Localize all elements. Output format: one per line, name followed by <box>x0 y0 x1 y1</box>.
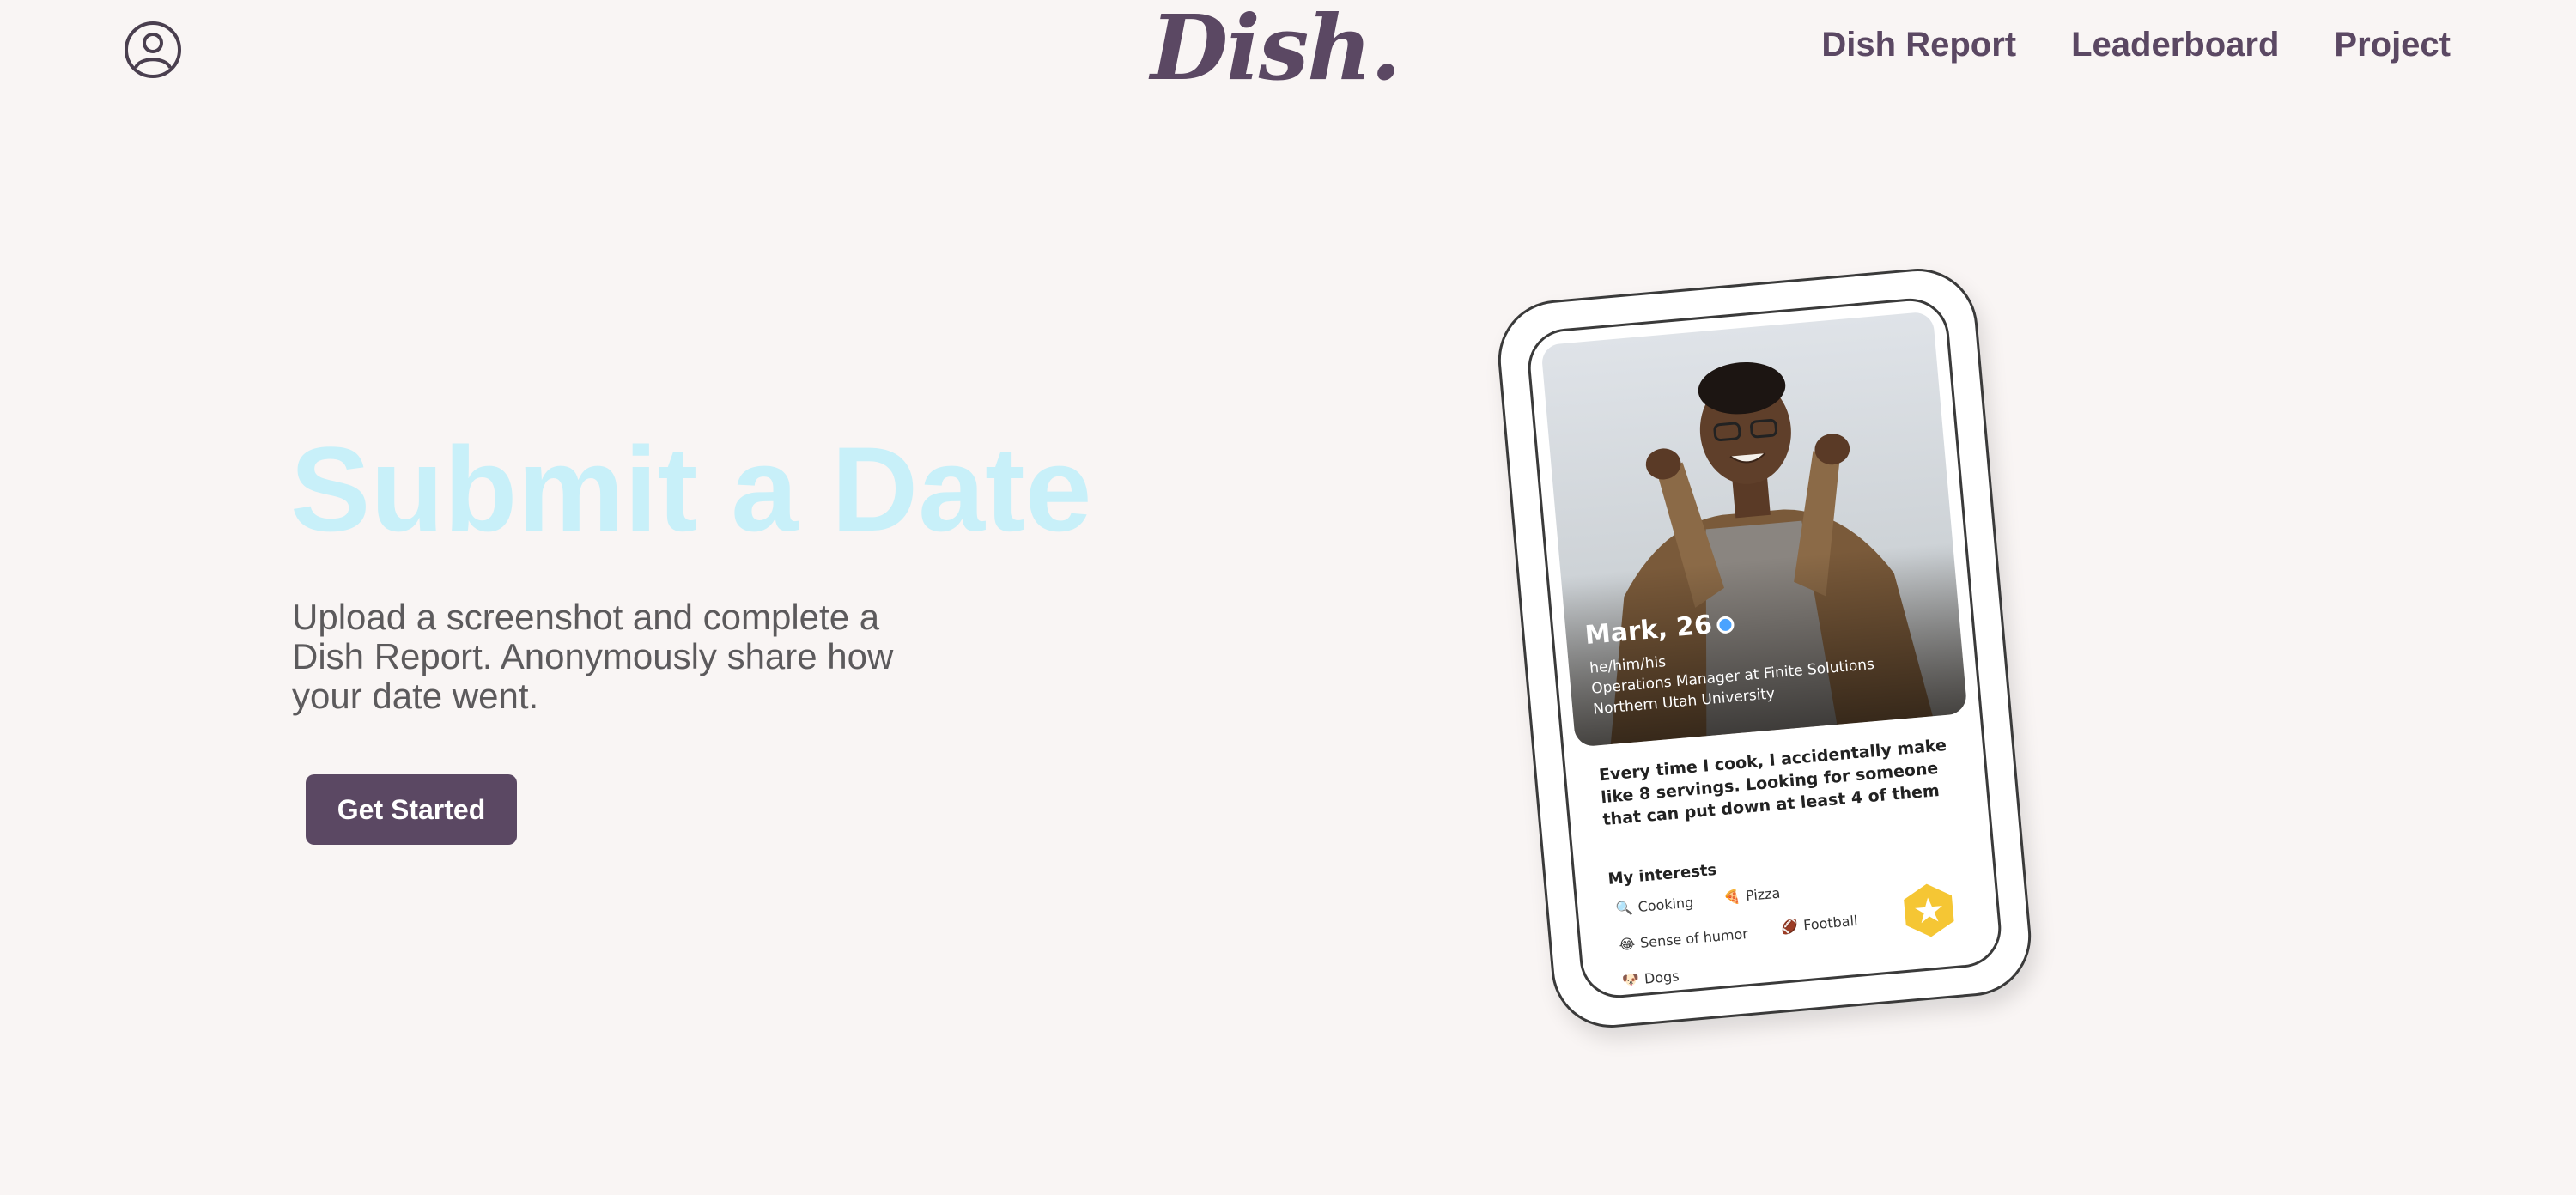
nav-project[interactable]: Project <box>2334 26 2451 64</box>
landing-page: Dish. Dish Report Leaderboard Project Su… <box>0 0 2576 1195</box>
get-started-button[interactable]: Get Started <box>306 774 517 845</box>
dish-logo[interactable]: Dish. <box>1151 0 1401 100</box>
interest-sense-of-humor: 😂 Sense of humor <box>1618 925 1749 954</box>
pizza-icon: 🍕 <box>1722 888 1741 907</box>
laughing-icon: 😂 <box>1618 935 1636 954</box>
hero-description: Upload a screenshot and complete a Dish … <box>292 597 894 716</box>
interests-title: My interests <box>1607 860 1718 889</box>
dog-icon: 🐶 <box>1621 971 1640 989</box>
nav-dish-report[interactable]: Dish Report <box>1821 26 2016 64</box>
main-nav: Dish Report Leaderboard Project <box>1821 26 2451 64</box>
profile-bio: Every time I cook, I accidentally make l… <box>1598 736 1947 830</box>
interest-pizza: 🍕 Pizza <box>1722 884 1782 907</box>
star-hexagon-icon[interactable] <box>1899 880 1960 942</box>
interest-football: 🏈 Football <box>1780 912 1859 936</box>
hero-title: Submit a Date <box>290 422 1092 556</box>
interest-dogs: 🐶 Dogs <box>1621 968 1680 989</box>
magnifier-icon: 🔍 <box>1614 899 1634 918</box>
profile-phone-mockup: Mark, 26 he/him/his Operations Manager a… <box>1493 264 2036 1033</box>
account-icon[interactable] <box>124 21 182 79</box>
verified-icon <box>1716 615 1735 634</box>
interest-cooking: 🔍 Cooking <box>1614 894 1694 918</box>
profile-card: Mark, 26 he/him/his Operations Manager a… <box>1524 295 2005 1001</box>
nav-leaderboard[interactable]: Leaderboard <box>2071 26 2279 64</box>
football-icon: 🏈 <box>1780 917 1800 936</box>
